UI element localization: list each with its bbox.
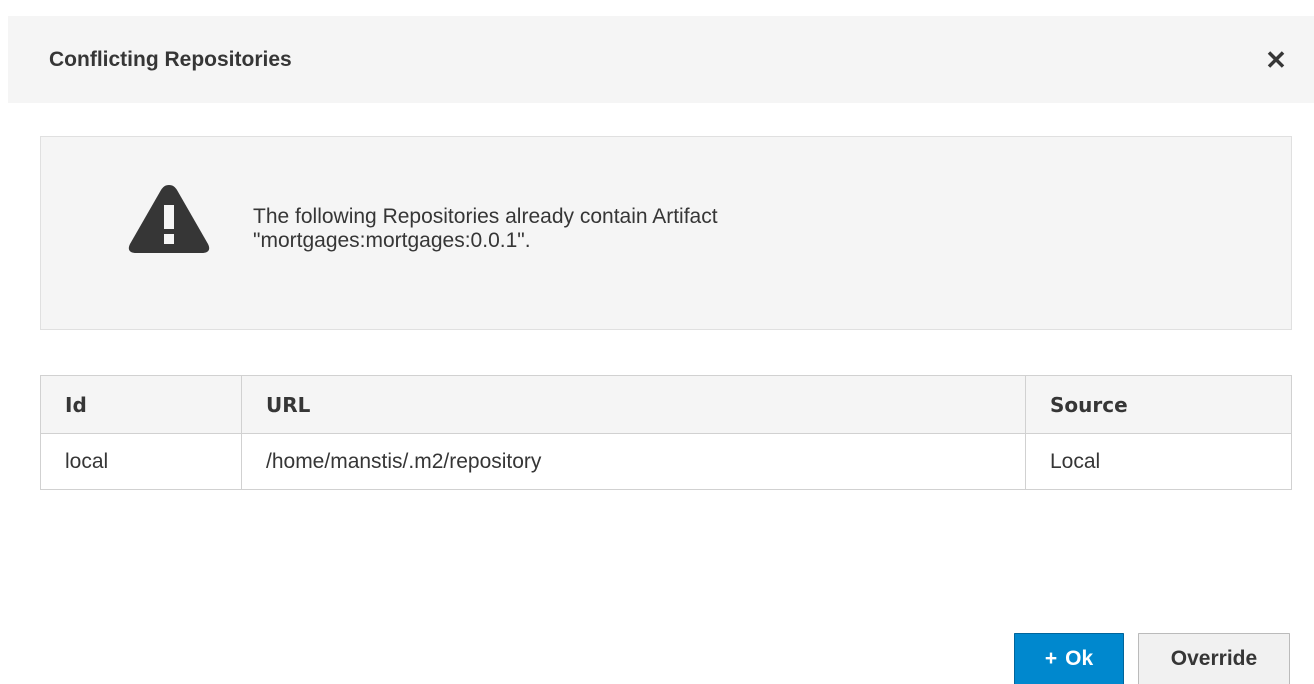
warning-alert: The following Repositories already conta… xyxy=(40,136,1292,330)
plus-icon: + xyxy=(1044,647,1058,670)
warning-icon xyxy=(128,185,210,253)
column-header-source: Source xyxy=(1025,375,1292,434)
cell-id: local xyxy=(40,433,242,490)
override-button[interactable]: Override xyxy=(1138,633,1290,684)
alert-message: The following Repositories already conta… xyxy=(253,205,1153,253)
ok-button-label: Ok xyxy=(1065,647,1094,670)
ok-button[interactable]: + Ok xyxy=(1014,633,1124,684)
close-icon: ✕ xyxy=(1265,45,1287,75)
dialog-header: Conflicting Repositories ✕ xyxy=(8,16,1314,103)
table-row: local /home/manstis/.m2/repository Local xyxy=(40,433,1292,490)
conflicting-repositories-dialog: Conflicting Repositories ✕ The following… xyxy=(0,0,1314,684)
cell-source: Local xyxy=(1025,433,1292,490)
column-header-id: Id xyxy=(40,375,242,434)
dialog-title: Conflicting Repositories xyxy=(49,48,292,71)
close-button[interactable]: ✕ xyxy=(1261,45,1291,75)
alert-message-line-1: The following Repositories already conta… xyxy=(253,205,718,228)
repositories-table: Id URL Source local /home/manstis/.m2/re… xyxy=(40,375,1292,490)
override-button-label: Override xyxy=(1170,647,1258,670)
cell-url: /home/manstis/.m2/repository xyxy=(241,433,1026,490)
column-header-url: URL xyxy=(241,375,1026,434)
alert-message-line-2: "mortgages:mortgages:0.0.1". xyxy=(253,229,531,252)
table-header-row: Id URL Source xyxy=(40,375,1292,434)
